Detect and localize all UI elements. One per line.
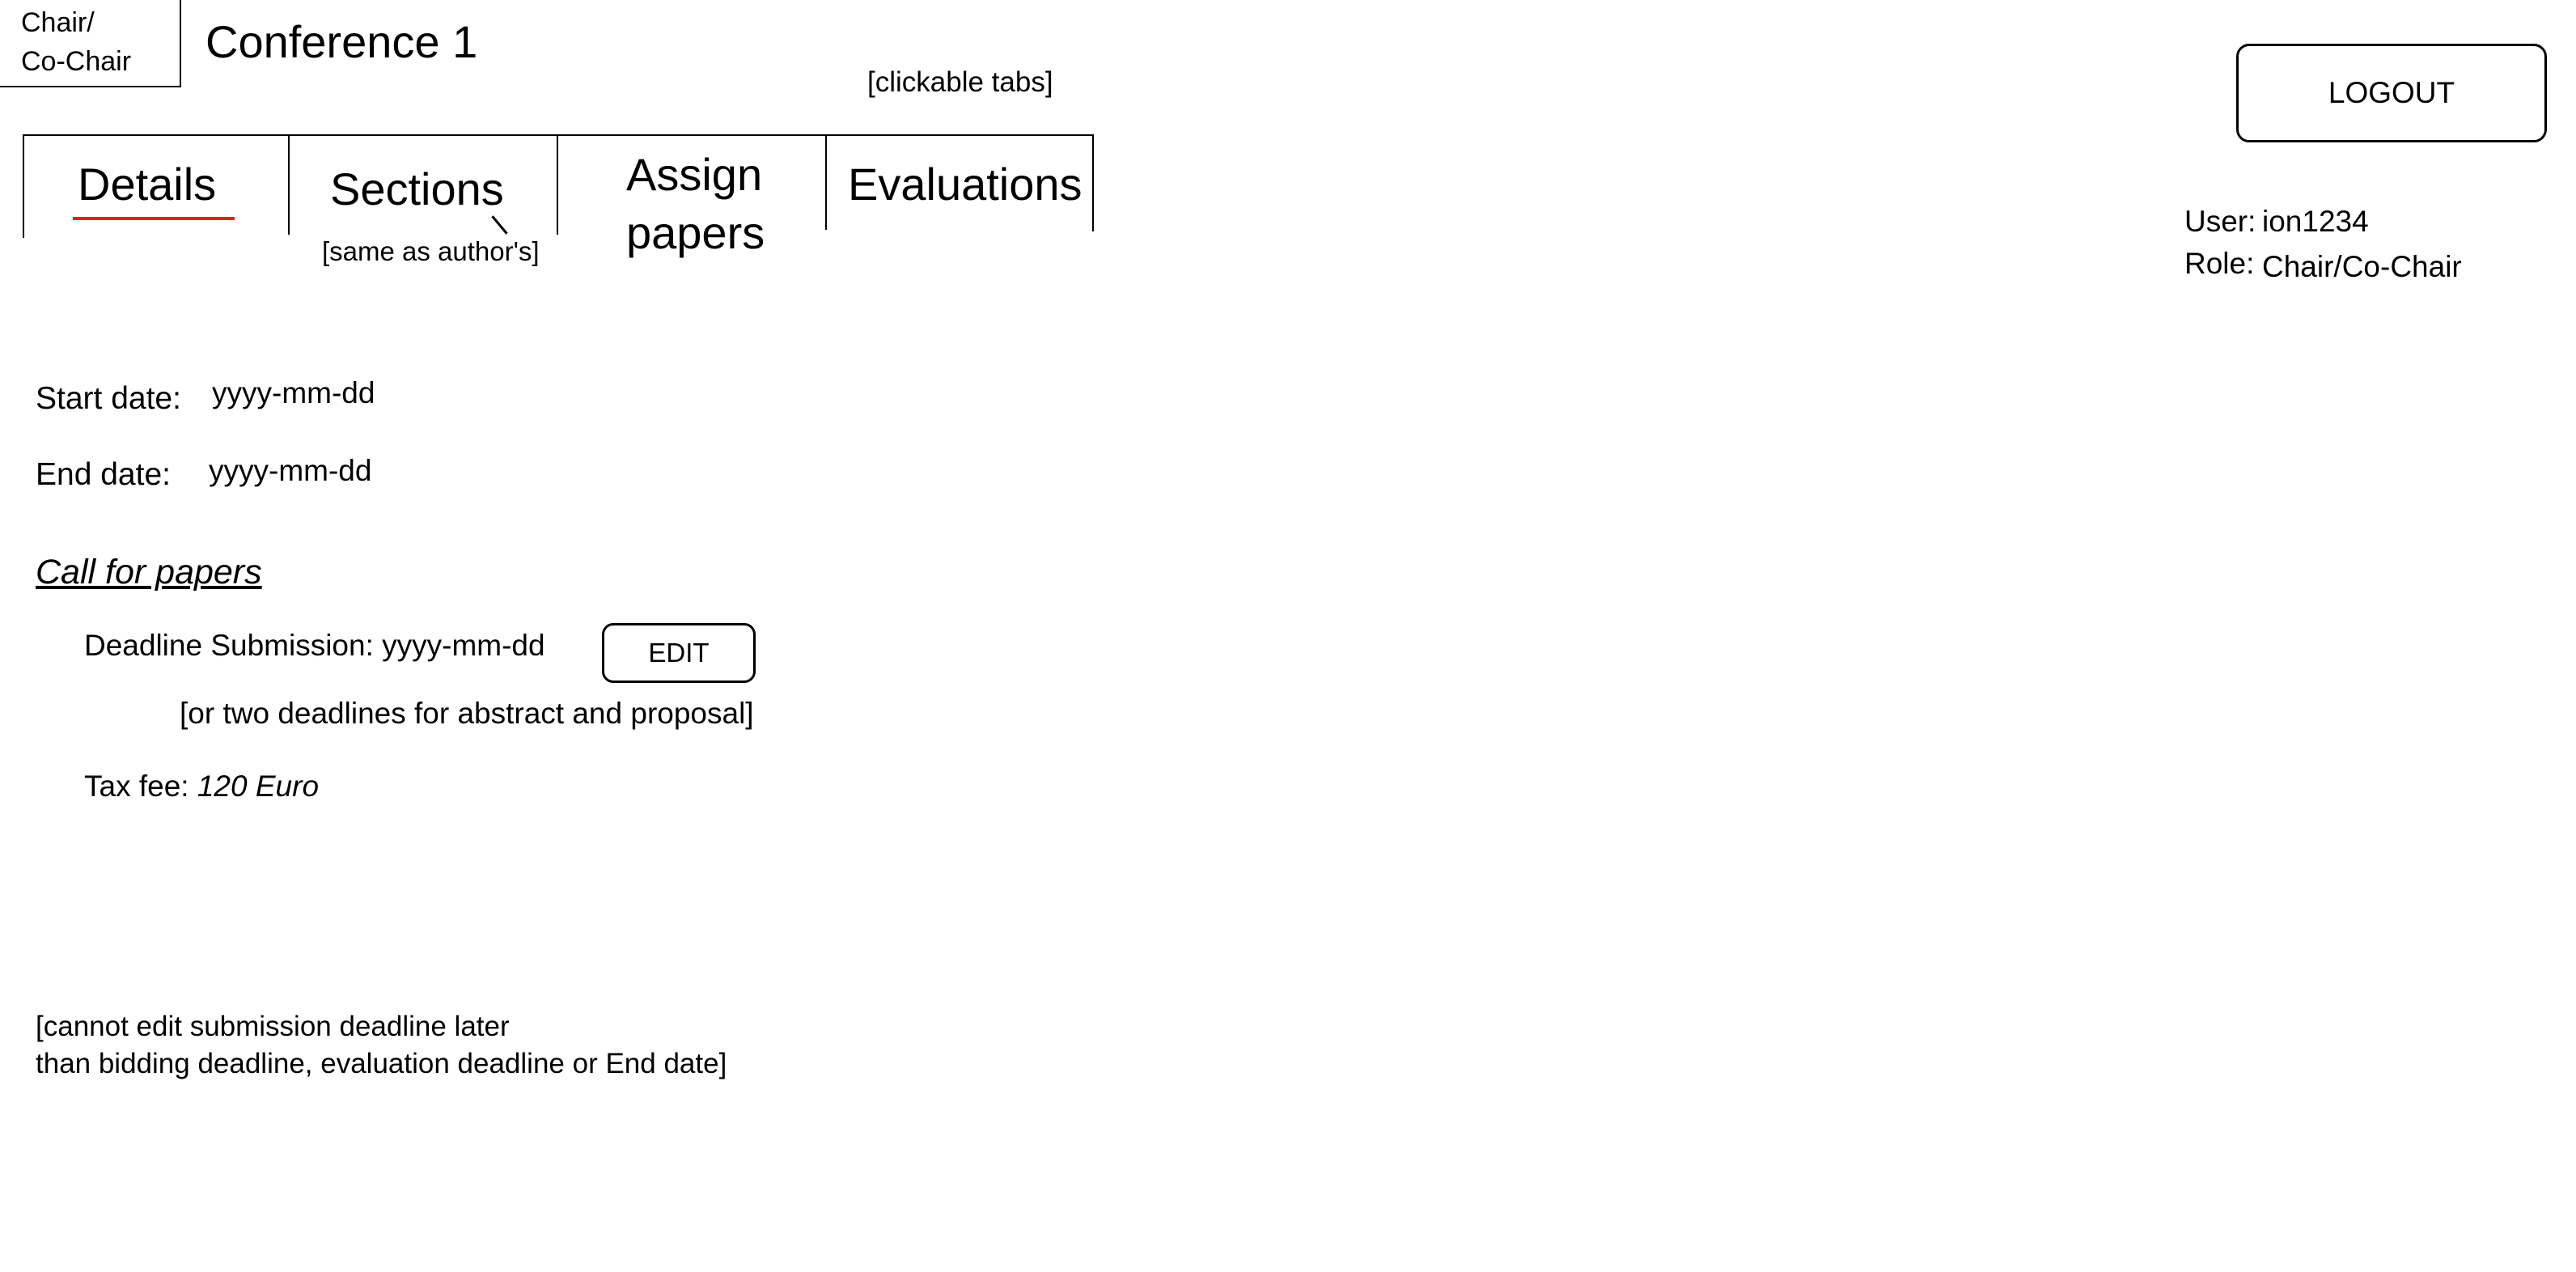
tab-divider — [1092, 134, 1094, 231]
tab-evaluations-label: Evaluations — [848, 159, 1083, 210]
role-label: Role: — [2184, 247, 2255, 280]
tab-assign-papers[interactable]: Assign papers — [558, 136, 825, 258]
page-title: Conference 1 — [205, 16, 478, 67]
role-value: Chair/Co-Chair — [2262, 250, 2462, 283]
tab-details-label: Details — [78, 159, 217, 210]
call-for-papers-heading: Call for papers — [36, 553, 262, 591]
role-box: Chair/ Co-Chair — [0, 0, 181, 87]
tax-fee: Tax fee: 120 Euro — [84, 767, 319, 806]
active-tab-indicator — [73, 217, 235, 220]
deadline-submission-value: yyyy-mm-dd — [382, 629, 545, 662]
role-box-line2: Co-Chair — [21, 46, 132, 77]
user-label: User: — [2184, 205, 2256, 238]
role-box-line1: Chair/ — [21, 7, 95, 38]
edit-constraint-note-line2: than bidding deadline, evaluation deadli… — [36, 1048, 727, 1079]
user-value: ion1234 — [2262, 205, 2369, 238]
edit-constraint-note: [cannot edit submission deadline later t… — [36, 1008, 727, 1083]
tab-details[interactable]: Details — [24, 136, 288, 236]
tab-evaluations[interactable]: Evaluations — [827, 136, 1092, 236]
start-date-value: yyyy-mm-dd — [212, 376, 375, 409]
tab-sections-label: Sections — [330, 163, 504, 214]
tab-bar: Details Sections Assign papers Evaluatio… — [23, 134, 1094, 258]
edit-deadline-button[interactable]: EDIT — [602, 623, 756, 683]
tax-fee-value: 120 Euro — [197, 770, 320, 803]
tab-assign-papers-label-line2: papers — [626, 207, 765, 258]
deadline-submission-label: Deadline Submission: — [84, 629, 374, 662]
deadline-submission: Deadline Submission: yyyy-mm-dd — [84, 626, 545, 665]
two-deadlines-note: [or two deadlines for abstract and propo… — [180, 697, 754, 730]
logout-button[interactable]: LOGOUT — [2236, 44, 2547, 142]
edit-constraint-note-line1: [cannot edit submission deadline later — [36, 1011, 510, 1042]
start-date-label: Start date: — [36, 381, 181, 416]
tax-fee-label: Tax fee: — [84, 770, 189, 803]
end-date-label: End date: — [36, 457, 171, 492]
tab-sections[interactable]: Sections — [290, 136, 557, 236]
clickable-tabs-note: [clickable tabs] — [867, 66, 1053, 98]
sections-note: [same as author's] — [322, 236, 540, 266]
end-date-value: yyyy-mm-dd — [209, 454, 372, 487]
tab-assign-papers-label-line1: Assign — [626, 149, 763, 200]
